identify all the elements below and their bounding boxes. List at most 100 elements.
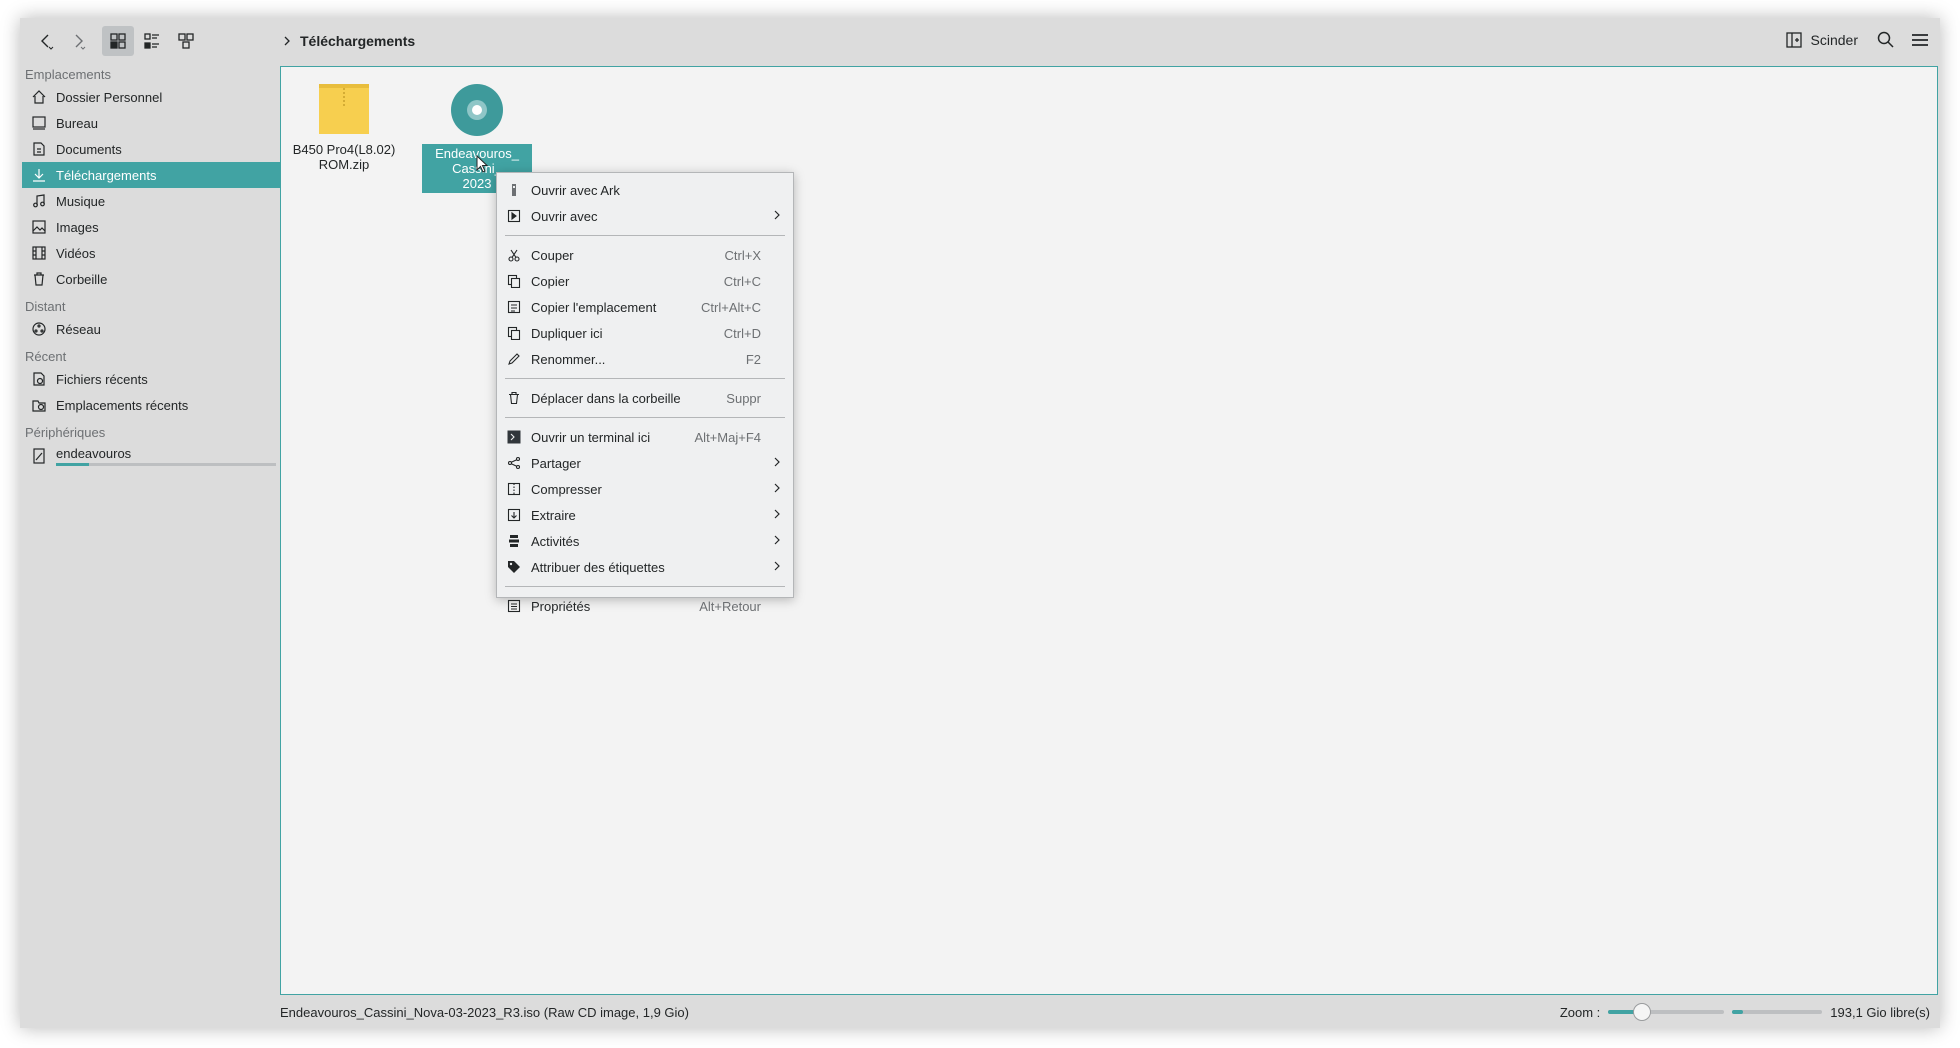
sidebar-item-label: Dossier Personnel	[56, 89, 163, 105]
sidebar-item-label: Emplacements récents	[56, 397, 189, 413]
menu-item-label: Activités	[531, 533, 580, 549]
trash-icon	[506, 390, 522, 406]
menu-item-ouvrir-terminal[interactable]: Ouvrir un terminal ici Alt+Maj+F4	[497, 424, 793, 450]
sidebar-item-label: Bureau	[56, 115, 98, 131]
disc-image-icon	[451, 84, 503, 136]
sidebar-item-images[interactable]: Images	[22, 214, 280, 240]
sidebar-item-documents[interactable]: Documents	[22, 136, 280, 162]
submenu-arrow-icon	[773, 482, 781, 497]
hamburger-icon	[1912, 34, 1928, 46]
documents-icon	[30, 140, 48, 158]
sidebar-item-label: Fichiers récents	[56, 371, 148, 387]
menu-item-couper[interactable]: Couper Ctrl+X	[497, 242, 793, 268]
images-icon	[30, 218, 48, 236]
toolbar: Téléchargements Scinder	[20, 18, 1940, 64]
menu-item-ouvrir-avec-ark[interactable]: Ouvrir avec Ark	[497, 177, 793, 203]
menu-item-ouvrir-avec[interactable]: Ouvrir avec	[497, 203, 793, 229]
submenu-arrow-icon	[773, 508, 781, 523]
menu-item-extraire[interactable]: Extraire	[497, 502, 793, 528]
file-label: B450 Pro4(L8.02) ROM.zip	[289, 142, 399, 172]
sidebar-item-emplacements-recents[interactable]: Emplacements récents	[22, 392, 280, 418]
tag-icon	[506, 559, 522, 575]
sidebar-item-corbeille[interactable]: Corbeille	[22, 266, 280, 292]
zoom-label: Zoom :	[1559, 1004, 1601, 1020]
forward-button[interactable]	[62, 26, 94, 56]
back-button[interactable]	[30, 26, 62, 56]
free-space-bar	[1732, 1010, 1823, 1014]
zoom-slider-handle[interactable]	[1632, 1003, 1651, 1021]
menu-item-label: Ouvrir avec	[531, 208, 598, 224]
menu-item-shortcut: Ctrl+C	[723, 273, 761, 289]
sidebar-item-label: Documents	[56, 141, 122, 157]
split-label: Scinder	[1810, 32, 1858, 48]
sidebar-item-label: Vidéos	[56, 245, 96, 261]
menu-item-dupliquer-ici[interactable]: Dupliquer ici Ctrl+D	[497, 320, 793, 346]
menu-item-label: Dupliquer ici	[531, 325, 603, 341]
menu-separator	[505, 378, 785, 379]
menu-item-shortcut: Ctrl+Alt+C	[701, 299, 761, 315]
details-view-button[interactable]	[136, 26, 168, 56]
menu-item-partager[interactable]: Partager	[497, 450, 793, 476]
menu-item-shortcut: Alt+Retour	[699, 598, 761, 614]
menu-item-proprietes[interactable]: Propriétés Alt+Retour	[497, 593, 793, 619]
sidebar-item-label: Images	[56, 219, 99, 235]
menu-item-label: Renommer...	[531, 351, 606, 367]
sidebar-item-bureau[interactable]: Bureau	[22, 110, 280, 136]
sidebar-item-fichiers-recents[interactable]: Fichiers récents	[22, 366, 280, 392]
icons-view-button[interactable]	[102, 26, 134, 56]
sidebar-item-musique[interactable]: Musique	[22, 188, 280, 214]
open-with-icon	[506, 208, 522, 224]
breadcrumb[interactable]: Téléchargements	[282, 33, 415, 49]
hamburger-menu-button[interactable]	[1910, 30, 1930, 53]
menu-item-renommer[interactable]: Renommer... F2	[497, 346, 793, 372]
section-title-recent: Récent	[25, 348, 67, 364]
sidebar-item-label: Téléchargements	[56, 167, 157, 183]
file-item[interactable]: B450 Pro4(L8.02) ROM.zip	[289, 83, 399, 172]
sidebar-item-dossier-personnel[interactable]: Dossier Personnel	[22, 84, 280, 110]
chevron-right-icon	[75, 34, 86, 50]
mouse-cursor-icon	[476, 155, 489, 173]
rename-icon	[506, 351, 522, 367]
menu-item-copier[interactable]: Copier Ctrl+C	[497, 268, 793, 294]
home-icon	[30, 88, 48, 106]
zoom-slider[interactable]	[1608, 1003, 1725, 1021]
chevron-right-icon	[284, 36, 290, 46]
menu-item-shortcut: Suppr	[726, 390, 761, 406]
network-icon	[30, 320, 48, 338]
menu-item-label: Extraire	[531, 507, 576, 523]
menu-item-attribuer-etiquettes[interactable]: Attribuer des étiquettes	[497, 554, 793, 580]
split-button[interactable]: Scinder	[1785, 31, 1858, 49]
zoom-area: Zoom : 193,1 Gio libre(s)	[1559, 1003, 1930, 1021]
sidebar-item-endeavouros[interactable]: endeavouros	[22, 442, 280, 470]
menu-item-shortcut: Alt+Maj+F4	[694, 429, 761, 445]
trash-icon	[30, 270, 48, 288]
status-bar: Endeavouros_Cassini_Nova-03-2023_R3.iso …	[280, 1000, 1936, 1024]
compact-view-icon	[178, 33, 194, 49]
sidebar-item-reseau[interactable]: Réseau	[22, 316, 280, 342]
breadcrumb-current[interactable]: Téléchargements	[300, 33, 415, 49]
menu-item-compresser[interactable]: Compresser	[497, 476, 793, 502]
recent-locations-icon	[30, 396, 48, 414]
menu-item-shortcut: Ctrl+X	[724, 247, 761, 263]
compact-view-button[interactable]	[170, 26, 202, 56]
menu-item-deplacer-corbeille[interactable]: Déplacer dans la corbeille Suppr	[497, 385, 793, 411]
recent-files-icon	[30, 370, 48, 388]
menu-item-activites[interactable]: Activités	[497, 528, 793, 554]
menu-item-copier-emplacement[interactable]: Copier l'emplacement Ctrl+Alt+C	[497, 294, 793, 320]
menu-item-label: Copier	[531, 273, 570, 289]
chevron-left-icon	[41, 34, 54, 50]
details-view-icon	[144, 33, 159, 49]
menu-item-shortcut: Ctrl+D	[723, 325, 761, 341]
share-icon	[506, 455, 522, 471]
sidebar-item-telechargements[interactable]: Téléchargements	[22, 162, 280, 188]
menu-item-shortcut: F2	[745, 351, 761, 367]
submenu-arrow-icon	[773, 534, 781, 549]
search-button[interactable]	[1876, 30, 1896, 53]
sidebar-item-label: Musique	[56, 193, 106, 209]
ark-icon	[506, 182, 522, 198]
copy-icon	[506, 273, 522, 289]
menu-item-label: Attribuer des étiquettes	[531, 559, 665, 575]
menu-separator	[505, 417, 785, 418]
sidebar-item-videos[interactable]: Vidéos	[22, 240, 280, 266]
submenu-arrow-icon	[773, 209, 781, 224]
